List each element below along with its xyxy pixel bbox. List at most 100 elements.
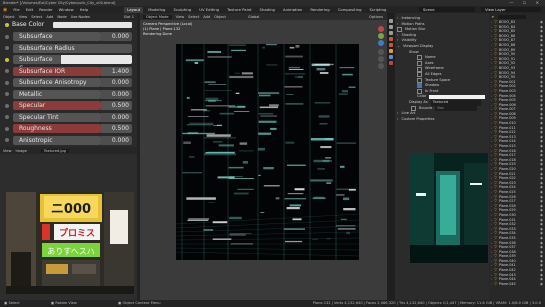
slot-dropdown[interactable]: Slot 1 xyxy=(124,15,137,19)
neon-signs-photo: ニ000 プロミス ありすへスハ xyxy=(6,192,134,294)
tab-shading[interactable]: Shading xyxy=(257,7,278,13)
menu-view[interactable]: View xyxy=(19,15,28,19)
checkbox[interactable] xyxy=(417,72,422,78)
collapse-arrow-icon: › xyxy=(397,116,399,121)
socket-icon xyxy=(5,92,9,96)
tab-rendering[interactable]: Rendering xyxy=(307,7,332,13)
menu-render[interactable]: Render xyxy=(39,7,53,12)
tab-compositing[interactable]: Compositing xyxy=(335,7,365,13)
checkbox[interactable] xyxy=(417,77,422,83)
property-value[interactable]: 0.000 xyxy=(101,32,132,41)
checkbox[interactable] xyxy=(417,66,422,72)
menu-node[interactable]: Node xyxy=(57,15,66,19)
tab-texture-paint[interactable]: Texture Paint xyxy=(224,7,255,13)
status-bar: ▣ Select ▣ Rotate View ▣ Object Context … xyxy=(0,300,545,307)
scene-tab-icon[interactable] xyxy=(389,37,393,41)
scene-selector[interactable]: Scene xyxy=(419,7,475,12)
property-value[interactable]: 0.000 xyxy=(101,112,132,122)
image-file-name[interactable]: Textured.jpg xyxy=(40,148,69,153)
tab-scripting[interactable]: Scripting xyxy=(367,7,390,13)
transform-orientation[interactable]: Global xyxy=(248,15,259,19)
outliner-filter-icon[interactable]: ▾ xyxy=(492,15,494,19)
checkbox[interactable] xyxy=(417,89,422,95)
property-row[interactable]: Metallic 0.000 xyxy=(3,89,132,100)
bounds-dropdown[interactable]: Box xyxy=(435,105,478,112)
tab-animation[interactable]: Animation xyxy=(280,7,305,13)
menu-view[interactable]: View xyxy=(3,149,12,153)
menu-object[interactable]: Object xyxy=(214,15,226,19)
menu-file[interactable]: File xyxy=(13,7,19,12)
editor-type-dropdown[interactable]: Object xyxy=(3,15,15,19)
menu-add[interactable]: Add xyxy=(46,15,53,19)
output-tab-icon[interactable] xyxy=(389,31,393,35)
outliner-tree: › ▽ BOOO_83 ◉ › ▽ BOOO_84 ◉ › ▽ BOOO_85 ◉ › ▽ BOOO_86 ◉… xyxy=(489,20,545,286)
use-nodes-toggle[interactable]: Use Nodes xyxy=(71,15,90,19)
gizmo-x-icon[interactable] xyxy=(378,26,384,32)
property-row[interactable]: Subsurface Radius xyxy=(3,43,132,54)
base-color-row[interactable]: Base Color xyxy=(3,21,132,29)
tab-layout[interactable]: Layout xyxy=(124,6,144,13)
zoom-icon[interactable] xyxy=(378,49,384,55)
visibility-eye-icon[interactable]: ◉ xyxy=(540,282,545,287)
property-row[interactable]: Anisotropic 0.000 xyxy=(3,135,132,146)
tab-uv-editing[interactable]: UV Editing xyxy=(196,7,222,13)
mouse-left-icon: ▣ xyxy=(4,301,8,305)
property-row[interactable]: Subsurface Anisotropy 0.000 xyxy=(3,78,132,88)
tab-modeling[interactable]: Modeling xyxy=(145,7,168,13)
menu-add[interactable]: Add xyxy=(203,15,210,19)
property-row[interactable]: Roughness 0.500 xyxy=(3,124,132,134)
viewport-info-overlay: Camera Perspective (Local) (1) Plane | P… xyxy=(143,22,192,37)
checkbox[interactable] xyxy=(417,55,422,61)
tool-tab-icon[interactable] xyxy=(389,19,393,23)
view-layer-selector[interactable]: View Layer xyxy=(481,7,541,12)
property-value[interactable]: 0.500 xyxy=(101,124,132,133)
outliner-item[interactable]: › ▽ Plane.045 ◉ xyxy=(491,282,545,287)
world-tab-icon[interactable] xyxy=(389,43,393,47)
navigation-gizmo[interactable] xyxy=(376,25,386,85)
checkbox[interactable] xyxy=(397,27,402,33)
expand-arrow-icon[interactable]: › xyxy=(491,282,492,287)
property-value[interactable] xyxy=(61,55,132,64)
pan-hand-icon[interactable] xyxy=(378,56,384,62)
checkbox[interactable] xyxy=(411,105,416,111)
outliner-search-input[interactable] xyxy=(497,14,526,19)
section-custom-properties[interactable]: › Custom Properties xyxy=(397,117,487,123)
property-value[interactable]: 0.000 xyxy=(101,89,132,99)
menu-edit[interactable]: Edit xyxy=(26,7,33,12)
options-dropdown[interactable]: Options xyxy=(369,15,387,19)
menu-image[interactable]: Image xyxy=(16,149,27,153)
checkbox[interactable] xyxy=(417,83,422,89)
socket-icon xyxy=(5,80,9,85)
menu-help[interactable]: Help xyxy=(80,7,89,12)
wireframe-city-render xyxy=(176,44,359,260)
property-label: Subsurface Anisotropy xyxy=(13,78,101,87)
menu-select[interactable]: Select xyxy=(188,15,199,19)
menu-select[interactable]: Select xyxy=(31,15,42,19)
material-tab-icon[interactable] xyxy=(389,61,393,65)
object-color-swatch[interactable] xyxy=(429,95,486,100)
property-value[interactable]: 0.000 xyxy=(101,135,132,145)
property-row[interactable]: Specular 0.500 xyxy=(3,101,132,111)
mode-dropdown[interactable]: Object Mode xyxy=(143,14,172,19)
gizmo-z-icon[interactable] xyxy=(378,40,384,46)
blender-logo-icon[interactable]: ◉ xyxy=(3,7,7,13)
render-tab-icon[interactable] xyxy=(389,25,393,29)
property-value[interactable]: 1.400 xyxy=(101,66,132,76)
menu-view[interactable]: View xyxy=(176,15,185,19)
modifier-tab-icon[interactable] xyxy=(389,55,393,59)
base-color-swatch[interactable] xyxy=(53,22,132,28)
property-row[interactable]: Specular Tint 0.000 xyxy=(3,112,132,123)
object-tab-icon[interactable] xyxy=(389,49,393,53)
camera-icon[interactable] xyxy=(378,63,384,69)
property-row[interactable]: Subsurface IOR 1.400 xyxy=(3,66,132,77)
property-row[interactable]: Subsurface C... xyxy=(3,55,132,72)
property-row[interactable]: Subsurface 0.000 xyxy=(3,32,132,42)
tab-sculpting[interactable]: Sculpting xyxy=(170,7,194,13)
checkbox[interactable] xyxy=(417,61,422,67)
object-properties-content: › Instancing › Motion Paths Motion Blur › S… xyxy=(397,16,487,166)
property-value[interactable]: 0.500 xyxy=(101,101,132,110)
property-value[interactable]: 0.000 xyxy=(101,78,132,87)
mesh-object-icon: ▽ xyxy=(494,281,497,286)
menu-window[interactable]: Window xyxy=(59,7,74,12)
gizmo-y-icon[interactable] xyxy=(378,33,384,39)
